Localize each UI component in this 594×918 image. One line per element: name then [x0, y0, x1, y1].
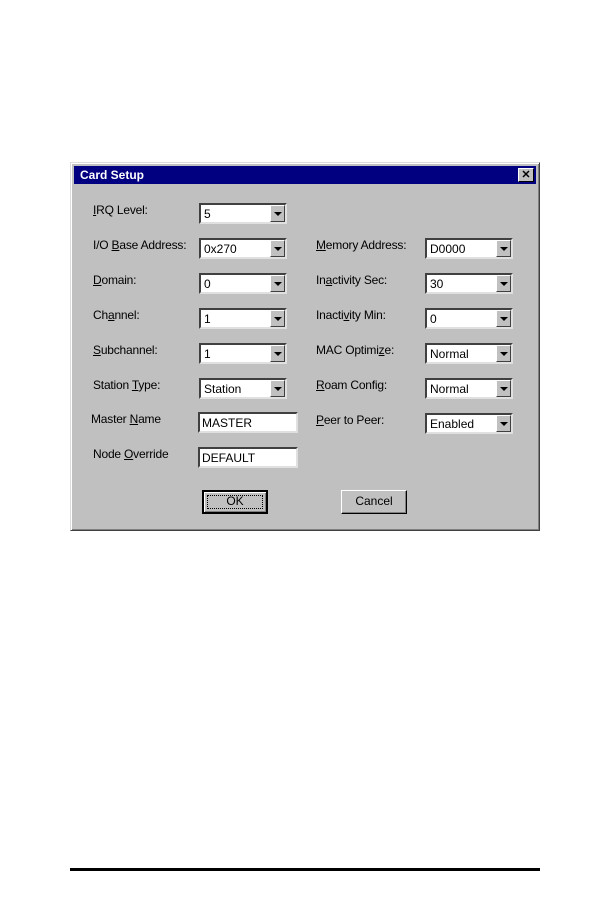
memory-address-label: Memory Address:	[316, 238, 407, 252]
station-type-label: Station Type:	[93, 378, 161, 392]
ok-button[interactable]: OK	[202, 490, 268, 514]
mac-optimize-label: MAC Optimize:	[316, 343, 395, 357]
peer-to-peer-label: Peer to Peer:	[316, 413, 385, 427]
master-name-input[interactable]: MASTER	[198, 412, 298, 433]
chevron-down-icon[interactable]	[270, 310, 285, 327]
memory-address-select[interactable]: D0000	[425, 238, 513, 259]
close-icon: ✕	[521, 169, 531, 181]
peer-to-peer-select[interactable]: Enabled	[425, 413, 513, 434]
title-bar[interactable]: Card Setup ✕	[74, 166, 536, 184]
channel-label: Channel:	[93, 308, 140, 322]
inactivity-min-select[interactable]: 0	[425, 308, 513, 329]
roam-config-label: Roam Config:	[316, 378, 387, 392]
io-base-address-select[interactable]: 0x270	[199, 238, 287, 259]
channel-select[interactable]: 1	[199, 308, 287, 329]
master-name-label: Master Name	[91, 412, 161, 426]
chevron-down-icon[interactable]	[496, 345, 511, 362]
node-override-input[interactable]: DEFAULT	[198, 447, 298, 468]
station-type-select[interactable]: Station	[199, 378, 287, 399]
subchannel-label: Subchannel:	[93, 343, 158, 357]
chevron-down-icon[interactable]	[270, 345, 285, 362]
domain-select[interactable]: 0	[199, 273, 287, 294]
io-base-address-label: I/O Base Address:	[93, 238, 187, 252]
chevron-down-icon[interactable]	[270, 275, 285, 292]
chevron-down-icon[interactable]	[270, 205, 285, 222]
chevron-down-icon[interactable]	[496, 310, 511, 327]
domain-label: Domain:	[93, 273, 137, 287]
chevron-down-icon[interactable]	[496, 275, 511, 292]
irq-level-label: IRQ Level:	[93, 203, 148, 217]
inactivity-sec-select[interactable]: 30	[425, 273, 513, 294]
subchannel-select[interactable]: 1	[199, 343, 287, 364]
close-button[interactable]: ✕	[518, 168, 534, 182]
irq-level-select[interactable]: 5	[199, 203, 287, 224]
chevron-down-icon[interactable]	[496, 380, 511, 397]
chevron-down-icon[interactable]	[496, 415, 511, 432]
dialog-title: Card Setup	[80, 168, 145, 182]
node-override-label: Node Override	[93, 447, 169, 461]
roam-config-select[interactable]: Normal	[425, 378, 513, 399]
page-footer-rule	[70, 868, 540, 871]
mac-optimize-select[interactable]: Normal	[425, 343, 513, 364]
chevron-down-icon[interactable]	[270, 380, 285, 397]
inactivity-min-label: Inactivity Min:	[316, 308, 386, 322]
cancel-button[interactable]: Cancel	[341, 490, 407, 514]
card-setup-dialog: Card Setup ✕ IRQ Level: 5 I/O Base Addre…	[70, 162, 540, 531]
inactivity-sec-label: Inactivity Sec:	[316, 273, 388, 287]
chevron-down-icon[interactable]	[270, 240, 285, 257]
chevron-down-icon[interactable]	[496, 240, 511, 257]
